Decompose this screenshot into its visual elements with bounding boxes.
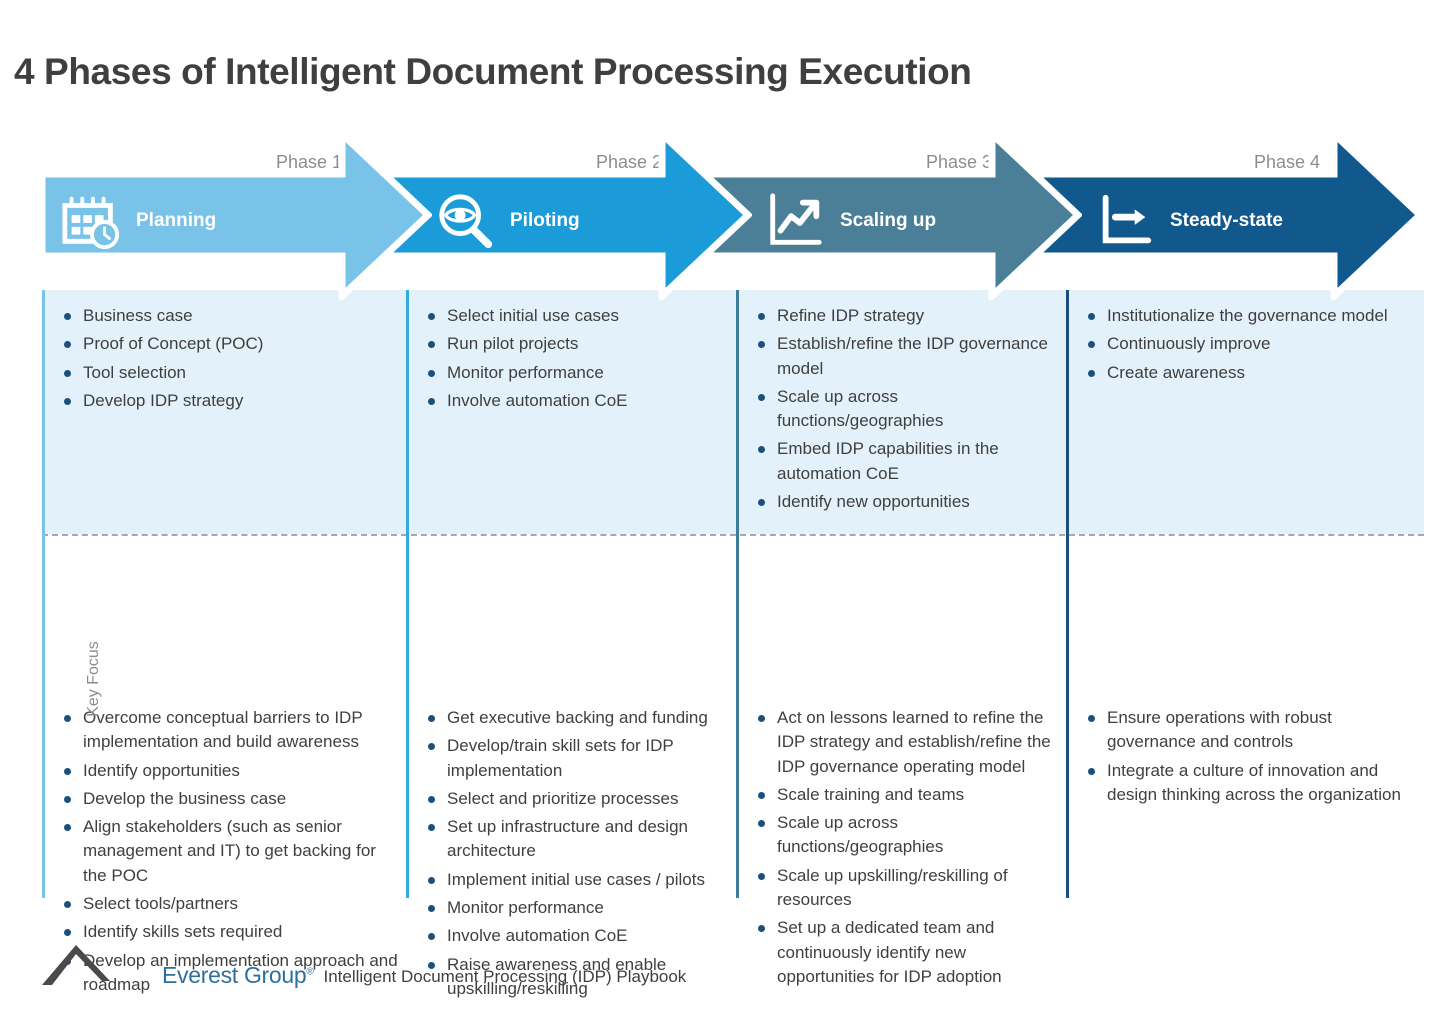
list-item: Integrate a culture of innovation and de… <box>1086 759 1414 808</box>
everest-group-logo-icon <box>40 941 160 987</box>
list-item: Establish/refine the IDP governance mode… <box>756 332 1062 381</box>
key-focus-list-4: Ensure operations with robust governance… <box>1086 706 1414 811</box>
list-item: Overcome conceptual barriers to IDP impl… <box>62 706 398 755</box>
list-item: Involve automation CoE <box>426 389 732 413</box>
list-item: Select tools/partners <box>62 892 398 916</box>
deliverables-list-2: Select initial use cases Run pilot projec… <box>426 304 732 417</box>
key-focus-axis-label: Key Focus <box>85 641 102 717</box>
list-item: Institutionalize the governance model <box>1086 304 1414 328</box>
phase-column-2: Select initial use cases Run pilot projec… <box>406 290 742 998</box>
list-item: Act on lessons learned to refine the IDP… <box>756 706 1062 779</box>
page-title: 4 Phases of Intelligent Document Process… <box>14 50 972 92</box>
list-item: Monitor performance <box>426 896 732 920</box>
list-item: Set up infrastructure and design archite… <box>426 815 732 864</box>
list-item: Create awareness <box>1086 361 1414 385</box>
brand-text: Everest Group <box>162 962 307 988</box>
list-item: Scale up across functions/geographies <box>756 385 1062 434</box>
list-item: Develop the business case <box>62 787 398 811</box>
list-item: Proof of Concept (POC) <box>62 332 398 356</box>
key-focus-list-3: Act on lessons learned to refine the IDP… <box>756 706 1062 993</box>
phase-column-4: Institutionalize the governance model Con… <box>1066 290 1424 900</box>
list-item: Business case <box>62 304 398 328</box>
list-item: Identify new opportunities <box>756 490 1062 514</box>
list-item: Scale training and teams <box>756 783 1062 807</box>
list-item: Identify opportunities <box>62 759 398 783</box>
list-item: Select initial use cases <box>426 304 732 328</box>
phase-arrow-4 <box>1022 130 1424 300</box>
list-item: Set up a dedicated team and continuously… <box>756 916 1062 989</box>
list-item: Scale up upskilling/reskilling of resour… <box>756 864 1062 913</box>
phases-diagram: Phase 1 Planning Business case Proof of … <box>42 130 1424 998</box>
list-item: Get executive backing and funding <box>426 706 732 730</box>
list-item: Continuously improve <box>1086 332 1414 356</box>
list-item: Monitor performance <box>426 361 732 385</box>
footer: Everest Group® Intelligent Document Proc… <box>40 941 686 987</box>
list-item: Ensure operations with robust governance… <box>1086 706 1414 755</box>
phase-arrow-1 <box>42 130 432 300</box>
list-item: Tool selection <box>62 361 398 385</box>
list-item: Develop/train skill sets for IDP impleme… <box>426 734 732 783</box>
footer-caption: Intelligent Document Processing (IDP) Pl… <box>323 967 687 987</box>
registered-mark: ® <box>306 966 314 978</box>
list-item: Refine IDP strategy <box>756 304 1062 328</box>
list-item: Select and prioritize processes <box>426 787 732 811</box>
list-item: Embed IDP capabilities in the automation… <box>756 437 1062 486</box>
list-item: Align stakeholders (such as senior manag… <box>62 815 398 888</box>
list-item: Implement initial use cases / pilots <box>426 868 732 892</box>
deliverables-list-1: Business case Proof of Concept (POC) Tool … <box>62 304 398 417</box>
deliverables-list-4: Institutionalize the governance model Con… <box>1086 304 1414 389</box>
list-item: Develop IDP strategy <box>62 389 398 413</box>
everest-group-wordmark: Everest Group® <box>162 962 314 988</box>
deliverables-list-3: Refine IDP strategy Establish/refine the … <box>756 304 1062 518</box>
phase-column-3: Refine IDP strategy Establish/refine the … <box>736 290 1072 986</box>
list-item: Scale up across functions/geographies <box>756 811 1062 860</box>
phase-column-1: Business case Proof of Concept (POC) Tool … <box>42 290 408 994</box>
list-item: Run pilot projects <box>426 332 732 356</box>
